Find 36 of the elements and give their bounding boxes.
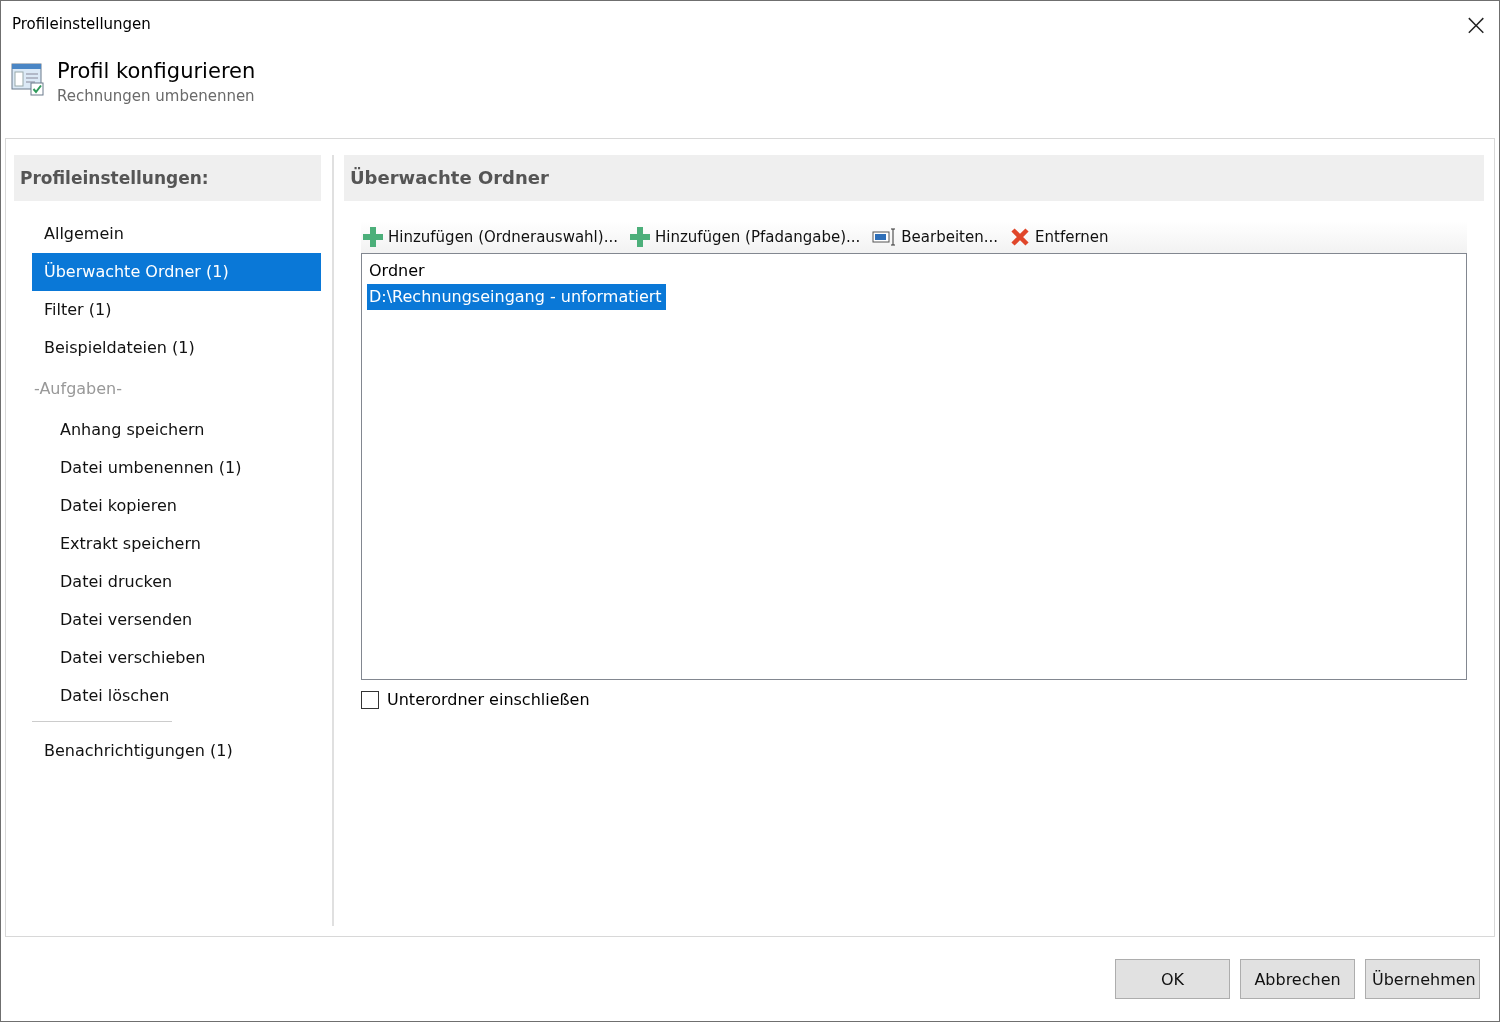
sidebar-item[interactable]: Anhang speichern xyxy=(32,411,321,449)
settings-window-icon xyxy=(11,62,45,96)
plus-icon xyxy=(629,227,650,247)
sidebar-item[interactable]: Benachrichtigungen (1) xyxy=(32,732,321,770)
dialog-button[interactable]: Abbrechen xyxy=(1240,959,1355,999)
sidebar-item[interactable]: Datei verschieben xyxy=(32,639,321,677)
panel-heading: Überwachte Ordner xyxy=(344,155,1484,201)
sidebar-item[interactable]: Extrakt speichern xyxy=(32,525,321,563)
sidebar-item[interactable]: Beispieldateien (1) xyxy=(32,329,321,367)
delete-icon xyxy=(1010,227,1030,247)
plus-icon xyxy=(363,227,383,247)
close-button[interactable]: × xyxy=(1453,1,1499,47)
toolbar-button[interactable]: Hinzufügen (Pfadangabe)... xyxy=(627,227,863,247)
checkbox[interactable] xyxy=(361,690,379,709)
sidebar-item[interactable]: Datei kopieren xyxy=(32,487,321,525)
sidebar-item[interactable]: Filter (1) xyxy=(32,291,321,329)
sidebar-item[interactable]: Datei löschen xyxy=(32,677,321,715)
dialog-button[interactable]: Übernehmen xyxy=(1365,959,1480,999)
profile-name: Rechnungen umbenennen xyxy=(57,87,256,105)
section-label: -Aufgaben- xyxy=(33,378,123,400)
sidebar-item[interactable]: Datei umbenennen (1) xyxy=(32,449,321,487)
toolbar-button[interactable]: Hinzufügen (Ordnerauswahl)... xyxy=(361,227,620,247)
sidebar-item[interactable]: Datei drucken xyxy=(32,563,321,601)
sidebar-item[interactable]: Überwachte Ordner (1) xyxy=(32,253,321,291)
toolbar-button[interactable]: Bearbeiten... xyxy=(870,227,1000,247)
dialog-button[interactable]: OK xyxy=(1115,959,1230,999)
sidebar-heading: Profileinstellungen: xyxy=(14,155,321,201)
sidebar-item[interactable]: Datei versenden xyxy=(32,601,321,639)
toolbar-button[interactable]: Entfernen xyxy=(1008,227,1111,247)
window-title: Profileinstellungen xyxy=(12,15,151,33)
dialog-heading: Profil konfigurieren xyxy=(57,59,256,83)
folder-row[interactable]: D:\Rechnungseingang - unformatiert xyxy=(367,284,666,310)
column-header[interactable]: Ordner xyxy=(367,258,425,284)
checkbox-label: Unterordner einschließen xyxy=(387,690,590,709)
sidebar-item[interactable]: Allgemein xyxy=(32,215,321,253)
rename-icon xyxy=(872,227,897,247)
